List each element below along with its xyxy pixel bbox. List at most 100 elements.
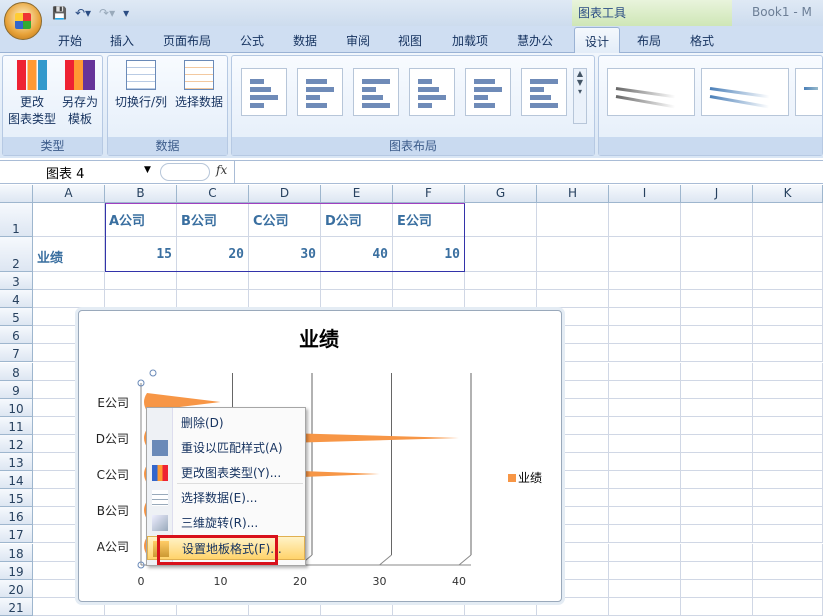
row-header-8[interactable]: 8 [0,362,33,381]
cell-I20[interactable] [609,579,681,598]
chart-layout-5[interactable] [465,68,511,116]
cell-J3[interactable] [681,272,753,291]
cell-I8[interactable] [609,362,681,381]
cell-A2[interactable]: 业绩 [33,237,105,272]
row-header-5[interactable]: 5 [0,308,33,327]
switch-row-column-button[interactable]: 切换行/列 [112,60,170,111]
cell-I1[interactable] [609,203,681,237]
cell-H1[interactable] [537,203,609,237]
cell-D3[interactable] [249,272,321,291]
chart-layout-3[interactable] [353,68,399,116]
tab-10[interactable]: 设计 [574,27,621,54]
cell-H3[interactable] [537,272,609,291]
row-header-10[interactable]: 10 [0,398,33,417]
column-header-K[interactable]: K [753,185,823,203]
chart-style-1[interactable] [607,68,695,116]
row-header-12[interactable]: 12 [0,434,33,453]
cell-J7[interactable] [681,344,753,363]
cell-F3[interactable] [393,272,465,291]
row-header-4[interactable]: 4 [0,290,33,309]
cell-J5[interactable] [681,308,753,327]
row-header-6[interactable]: 6 [0,326,33,345]
cell-C3[interactable] [177,272,249,291]
menu-item-4[interactable]: 选择数据(E)... [147,486,305,510]
column-header-D[interactable]: D [249,185,321,203]
office-button[interactable] [4,2,42,40]
cell-I12[interactable] [609,434,681,453]
row-header-13[interactable]: 13 [0,453,33,472]
cell-J1[interactable] [681,203,753,237]
menu-item-5[interactable]: 三维旋转(R)... [147,511,305,535]
menu-item-2[interactable]: 重设以匹配样式(A) [147,436,305,460]
column-header-F[interactable]: F [393,185,465,203]
menu-item-1[interactable]: 删除(D) [147,411,305,435]
formula-bar-expand[interactable] [160,163,210,181]
cell-K11[interactable] [753,416,823,435]
chart-layout-6[interactable] [521,68,567,116]
cell-K12[interactable] [753,434,823,453]
cell-J9[interactable] [681,380,753,399]
cell-B4[interactable] [105,290,177,309]
cell-G4[interactable] [465,290,537,309]
cell-E3[interactable] [321,272,393,291]
column-header-A[interactable]: A [33,185,105,203]
cell-K16[interactable] [753,507,823,526]
tab-7[interactable]: 视图 [398,32,422,49]
column-header-I[interactable]: I [609,185,681,203]
cell-K18[interactable] [753,543,823,562]
cell-K20[interactable] [753,579,823,598]
cell-I6[interactable] [609,326,681,345]
row-header-2[interactable]: 2 [0,237,33,272]
chart-style-3[interactable] [795,68,822,116]
cell-I2[interactable] [609,237,681,272]
cell-A4[interactable] [33,290,105,309]
cell-I21[interactable] [609,597,681,616]
cell-I19[interactable] [609,561,681,580]
cell-H2[interactable] [537,237,609,272]
cell-J2[interactable] [681,237,753,272]
cell-I14[interactable] [609,471,681,490]
cell-J21[interactable] [681,597,753,616]
tab-6[interactable]: 审阅 [346,32,370,49]
tab-5[interactable]: 数据 [293,32,317,49]
cell-F4[interactable] [393,290,465,309]
cell-E4[interactable] [321,290,393,309]
cell-K15[interactable] [753,489,823,508]
redo-icon[interactable]: ↷▾ [99,6,115,20]
cell-K9[interactable] [753,380,823,399]
insert-function-icon[interactable]: fx [216,163,227,177]
row-header-21[interactable]: 21 [0,597,33,616]
row-header-1[interactable]: 1 [0,203,33,237]
cell-K13[interactable] [753,453,823,472]
cell-J16[interactable] [681,507,753,526]
column-header-B[interactable]: B [105,185,177,203]
change-chart-type-button[interactable]: 更改 图表类型 [7,60,57,128]
cell-J18[interactable] [681,543,753,562]
tab-2[interactable]: 插入 [110,32,134,49]
formula-input[interactable] [234,161,823,183]
cell-J13[interactable] [681,453,753,472]
cell-J17[interactable] [681,525,753,544]
cell-A3[interactable] [33,272,105,291]
cell-G1[interactable] [465,203,537,237]
cell-J10[interactable] [681,398,753,417]
cell-K2[interactable] [753,237,823,272]
cell-K21[interactable] [753,597,823,616]
menu-item-3[interactable]: 更改图表类型(Y)... [147,461,305,485]
cell-I3[interactable] [609,272,681,291]
row-header-14[interactable]: 14 [0,471,33,490]
cell-J14[interactable] [681,471,753,490]
cell-B3[interactable] [105,272,177,291]
chart-layout-4[interactable] [409,68,455,116]
cell-K4[interactable] [753,290,823,309]
chart-layout-2[interactable] [297,68,343,116]
row-header-20[interactable]: 20 [0,579,33,598]
cell-K8[interactable] [753,362,823,381]
select-data-button[interactable]: 选择数据 [170,60,228,111]
cell-G3[interactable] [465,272,537,291]
cell-K10[interactable] [753,398,823,417]
cell-K6[interactable] [753,326,823,345]
cell-I16[interactable] [609,507,681,526]
cell-J11[interactable] [681,416,753,435]
cell-C4[interactable] [177,290,249,309]
